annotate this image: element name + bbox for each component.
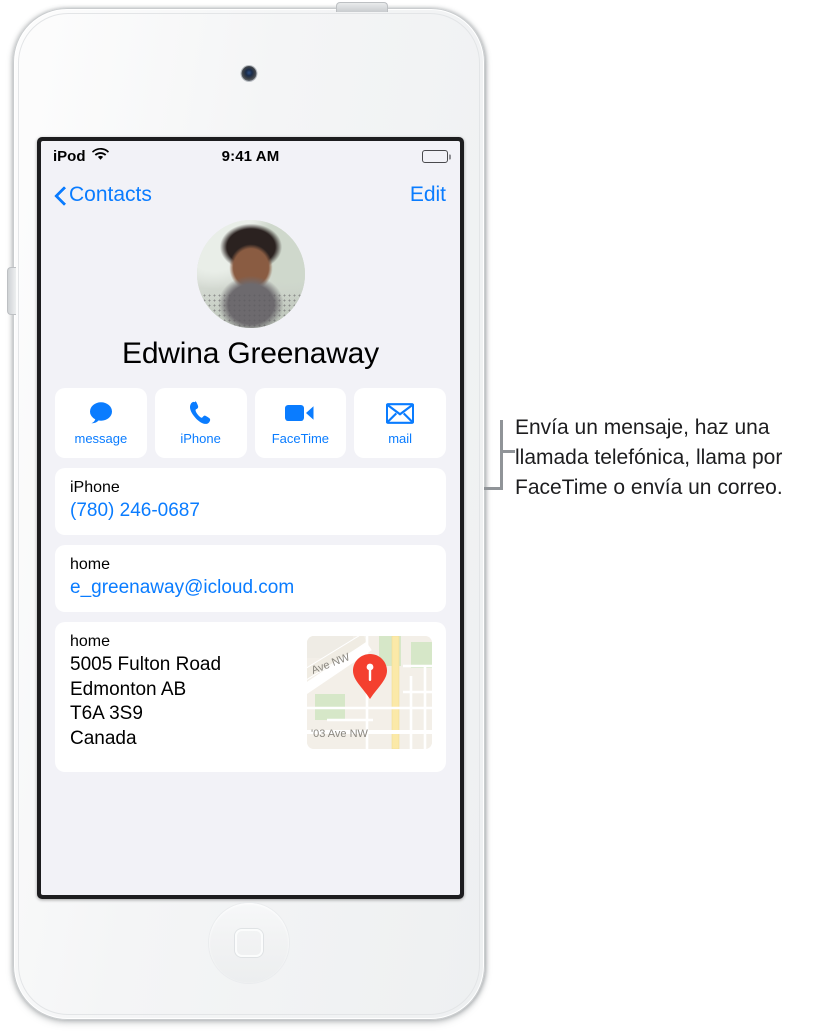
action-button-row: message iPhone FaceTime mail <box>55 388 446 458</box>
status-bar: iPod 9:41 AM <box>41 141 460 172</box>
edit-button[interactable]: Edit <box>410 183 446 207</box>
video-camera-icon <box>285 400 315 426</box>
screen-bezel: iPod 9:41 AM Contacts Edit Edwina Greena… <box>37 137 464 899</box>
phone-field-label: iPhone <box>70 479 120 496</box>
avatar[interactable] <box>196 220 305 328</box>
mail-button-label: mail <box>388 431 413 446</box>
phone-handset-icon <box>189 400 213 426</box>
screen: iPod 9:41 AM Contacts Edit Edwina Greena… <box>41 141 460 895</box>
front-camera-icon <box>241 66 257 81</box>
chevron-left-icon <box>55 186 66 205</box>
map-thumbnail[interactable]: Ave NW '03 Ave NW <box>307 636 432 749</box>
message-button-label: message <box>74 431 128 446</box>
email-field-card[interactable]: home e_greenaway@icloud.com <box>55 545 446 612</box>
address-field-card[interactable]: home 5005 Fulton Road Edmonton AB T6A 3S… <box>55 622 446 772</box>
mail-button[interactable]: mail <box>354 388 446 458</box>
envelope-icon <box>386 400 415 426</box>
back-button-label: Contacts <box>69 183 152 206</box>
callout-text: Envía un mensaje, haz una llamada telefó… <box>515 416 783 499</box>
map-street-label-2: '03 Ave NW <box>311 728 369 740</box>
home-button-icon[interactable] <box>209 903 289 983</box>
email-field-value[interactable]: e_greenaway@icloud.com <box>70 577 431 599</box>
callout-annotation: Envía un mensaje, haz una llamada telefó… <box>484 416 822 503</box>
callout-bracket <box>484 420 515 490</box>
phone-field-value[interactable]: (780) 246-0687 <box>70 500 431 522</box>
message-button[interactable]: message <box>55 388 147 458</box>
power-button[interactable] <box>336 2 388 12</box>
device-frame: iPod 9:41 AM Contacts Edit Edwina Greena… <box>7 2 485 1020</box>
back-to-contacts-button[interactable]: Contacts <box>55 183 152 207</box>
status-bar-right <box>422 150 451 163</box>
status-bar-time: 9:41 AM <box>221 148 280 165</box>
battery-full-icon <box>422 150 451 163</box>
phone-button[interactable]: iPhone <box>154 388 247 458</box>
facetime-button-label: FaceTime <box>271 431 330 446</box>
navigation-bar: Contacts Edit <box>41 172 460 218</box>
page-title: Edwina Greenaway <box>122 337 379 370</box>
phone-field-card[interactable]: iPhone (780) 246-0687 <box>55 468 446 535</box>
message-bubble-icon <box>87 400 115 426</box>
volume-button[interactable] <box>7 267 16 315</box>
email-field-label: home <box>70 556 111 573</box>
facetime-button[interactable]: FaceTime <box>254 388 347 458</box>
phone-button-label: iPhone <box>180 431 221 446</box>
contact-detail-content: Edwina Greenaway message iPhone FaceTime… <box>41 220 460 782</box>
